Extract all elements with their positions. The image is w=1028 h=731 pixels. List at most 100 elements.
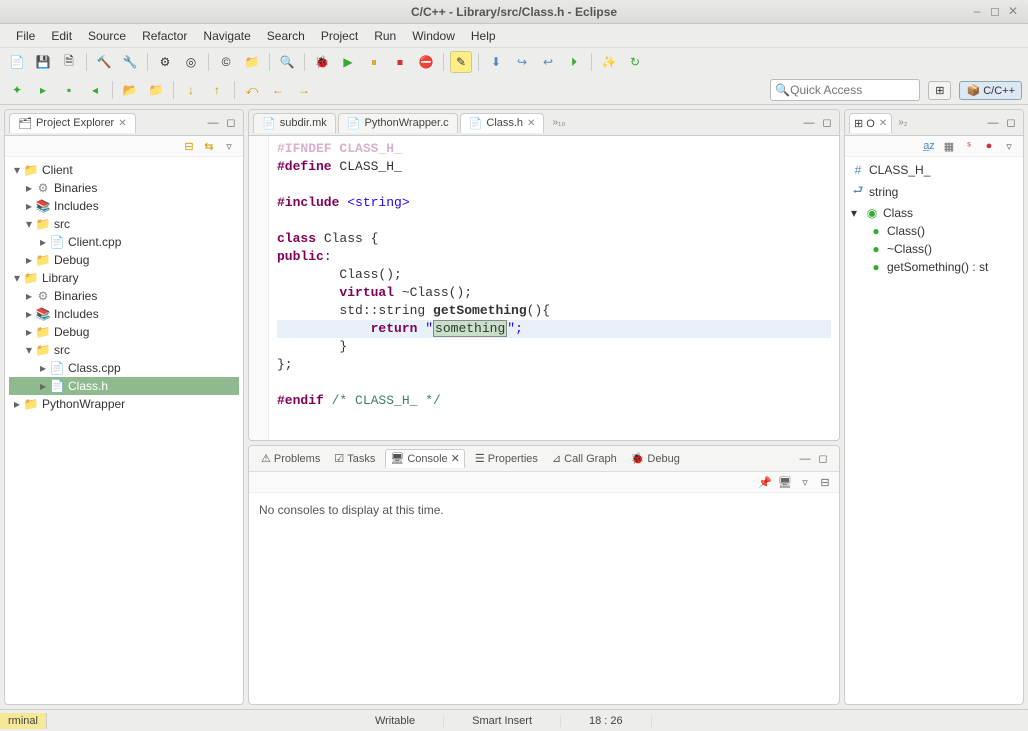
tab-overflow-icon[interactable]: »₂ [894, 117, 911, 128]
menu-source[interactable]: Source [80, 29, 134, 43]
refresh-icon[interactable]: ↻ [624, 51, 646, 73]
tree-item-src2[interactable]: ▾📁src [9, 341, 239, 359]
maximize-view-icon[interactable]: ◻ [223, 115, 239, 131]
editor-gutter[interactable] [249, 136, 269, 440]
tree-item-binaries[interactable]: ▸⚙Binaries [9, 179, 239, 197]
tree-item-classcpp[interactable]: ▸📄Class.cpp [9, 359, 239, 377]
coverage-icon[interactable]: ◂ [84, 79, 106, 101]
close-icon[interactable]: ✕ [118, 118, 126, 129]
profile-icon[interactable]: ▪ [58, 79, 80, 101]
tab-classh[interactable]: 📄Class.h✕ [460, 113, 545, 133]
menu-run[interactable]: Run [366, 29, 404, 43]
prev-ann-icon[interactable]: ↑ [206, 79, 228, 101]
minimize-view-icon[interactable]: — [797, 451, 813, 467]
code-editor[interactable]: #ifndef CLASS_H_ #define CLASS_H_ #inclu… [269, 136, 839, 440]
link-editor-icon[interactable]: ⇆ [201, 138, 217, 154]
menu-project[interactable]: Project [313, 29, 366, 43]
run-config-icon[interactable]: ▸ [32, 79, 54, 101]
tree-item-debug[interactable]: ▸📁Debug [9, 251, 239, 269]
menu-navigate[interactable]: Navigate [195, 29, 258, 43]
hide-nonpublic-icon[interactable]: ● [981, 138, 997, 154]
tree-item-classh[interactable]: ▸📄Class.h [9, 377, 239, 395]
tree-item-debug2[interactable]: ▸📁Debug [9, 323, 239, 341]
maximize-view-icon[interactable]: ◻ [1003, 115, 1019, 131]
tab-tasks[interactable]: ☑ Tasks [330, 450, 379, 467]
new-class-icon[interactable]: © [215, 51, 237, 73]
tab-console[interactable]: 🖥 Console ✕ [385, 449, 465, 468]
minimize-view-icon[interactable]: — [205, 115, 221, 131]
open-perspective-button[interactable]: ⊞ [928, 81, 951, 100]
display-console-icon[interactable]: 🖥 [777, 474, 793, 490]
hide-static-icon[interactable]: ˢ [961, 138, 977, 154]
new-icon[interactable]: 📄 [6, 51, 28, 73]
resume-icon[interactable]: ⏵ [563, 51, 585, 73]
new-folder-icon[interactable]: 📁 [241, 51, 263, 73]
menu-search[interactable]: Search [259, 29, 313, 43]
wand-icon[interactable]: ✨ [598, 51, 620, 73]
outline-ctor[interactable]: ●Class() [849, 222, 1019, 240]
close-icon[interactable]: ✕ [451, 452, 460, 465]
close-icon[interactable]: ✕ [527, 118, 535, 129]
tree-item-clientcpp[interactable]: ▸📄Client.cpp [9, 233, 239, 251]
tree-item-src[interactable]: ▾📁src [9, 215, 239, 233]
back-icon[interactable]: ← [267, 79, 289, 101]
tree-item-client[interactable]: ▾📁Client [9, 161, 239, 179]
hide-fields-icon[interactable]: ▦ [941, 138, 957, 154]
tab-pythonwrapper[interactable]: 📄PythonWrapper.c [338, 113, 458, 133]
step-1-icon[interactable]: ⬇ [485, 51, 507, 73]
mark-icon[interactable]: ✎ [450, 51, 472, 73]
outline-include[interactable]: ⮐string [849, 179, 1019, 204]
sort-icon[interactable]: a̲z [921, 138, 937, 154]
next-ann-icon[interactable]: ↓ [180, 79, 202, 101]
open-type-icon[interactable]: 🔍 [276, 51, 298, 73]
new-console-icon[interactable]: ⊟ [817, 474, 833, 490]
tab-properties[interactable]: ☰ Properties [471, 450, 542, 467]
run-icon[interactable]: ▶ [337, 51, 359, 73]
project-tree[interactable]: ▾📁Client ▸⚙Binaries ▸📚Includes ▾📁src ▸📄C… [5, 157, 243, 704]
menu-file[interactable]: File [8, 29, 43, 43]
close-icon[interactable]: ✕ [879, 118, 887, 129]
disconnect-icon[interactable]: ⛔ [415, 51, 437, 73]
outline-tree[interactable]: #CLASS_H_ ⮐string ▾◉Class ●Class() ●~Cla… [845, 157, 1023, 280]
tree-item-includes[interactable]: ▸📚Includes [9, 197, 239, 215]
quick-access[interactable]: 🔍 [770, 79, 920, 101]
target-icon[interactable]: ◎ [180, 51, 202, 73]
step-3-icon[interactable]: ↩ [537, 51, 559, 73]
menu-refactor[interactable]: Refactor [134, 29, 195, 43]
view-menu-icon[interactable]: ▿ [1001, 138, 1017, 154]
tab-overflow-icon[interactable]: »₁₀ [546, 117, 571, 128]
wrench-icon[interactable]: 🔧 [119, 51, 141, 73]
maximize-view-icon[interactable]: ◻ [815, 451, 831, 467]
forward-icon[interactable]: → [293, 79, 315, 101]
tab-callgraph[interactable]: ⊿ Call Graph [548, 450, 621, 467]
minimize-view-icon[interactable]: — [801, 115, 817, 131]
collapse-all-icon[interactable]: ⊟ [181, 138, 197, 154]
minimize-view-icon[interactable]: — [985, 115, 1001, 131]
tab-subdir[interactable]: 📄subdir.mk [253, 113, 336, 133]
tree-item-library[interactable]: ▾📁Library [9, 269, 239, 287]
debug-icon[interactable]: 🐞 [311, 51, 333, 73]
pause-icon[interactable]: ⏸ [363, 51, 385, 73]
maximize-icon[interactable]: ◻ [988, 5, 1002, 19]
outline-class[interactable]: ▾◉Class [849, 204, 1019, 222]
open-file-icon[interactable]: 📁 [145, 79, 167, 101]
outline-macro[interactable]: #CLASS_H_ [849, 161, 1019, 179]
last-edit-icon[interactable]: ⤺ [241, 79, 263, 101]
project-explorer-tab[interactable]: 🗂 Project Explorer ✕ [9, 113, 136, 133]
pin-console-icon[interactable]: 📌 [757, 474, 773, 490]
tree-item-binaries2[interactable]: ▸⚙Binaries [9, 287, 239, 305]
outline-tab[interactable]: ⊞ O ✕ [849, 113, 892, 133]
view-menu-icon[interactable]: ▿ [221, 138, 237, 154]
stop-icon[interactable]: ⏹ [389, 51, 411, 73]
tree-item-pythonwrapper[interactable]: ▸📁PythonWrapper [9, 395, 239, 413]
minimize-icon[interactable]: – [970, 5, 984, 19]
step-2-icon[interactable]: ↪ [511, 51, 533, 73]
config-icon[interactable]: ⚙ [154, 51, 176, 73]
cpp-perspective-button[interactable]: 📦 C/C++ [959, 81, 1022, 100]
outline-method[interactable]: ●getSomething() : st [849, 258, 1019, 276]
open-console-icon[interactable]: ▿ [797, 474, 813, 490]
open-proj-icon[interactable]: 📂 [119, 79, 141, 101]
tab-debug[interactable]: 🐞 Debug [627, 450, 684, 467]
menu-edit[interactable]: Edit [43, 29, 80, 43]
tree-item-includes2[interactable]: ▸📚Includes [9, 305, 239, 323]
